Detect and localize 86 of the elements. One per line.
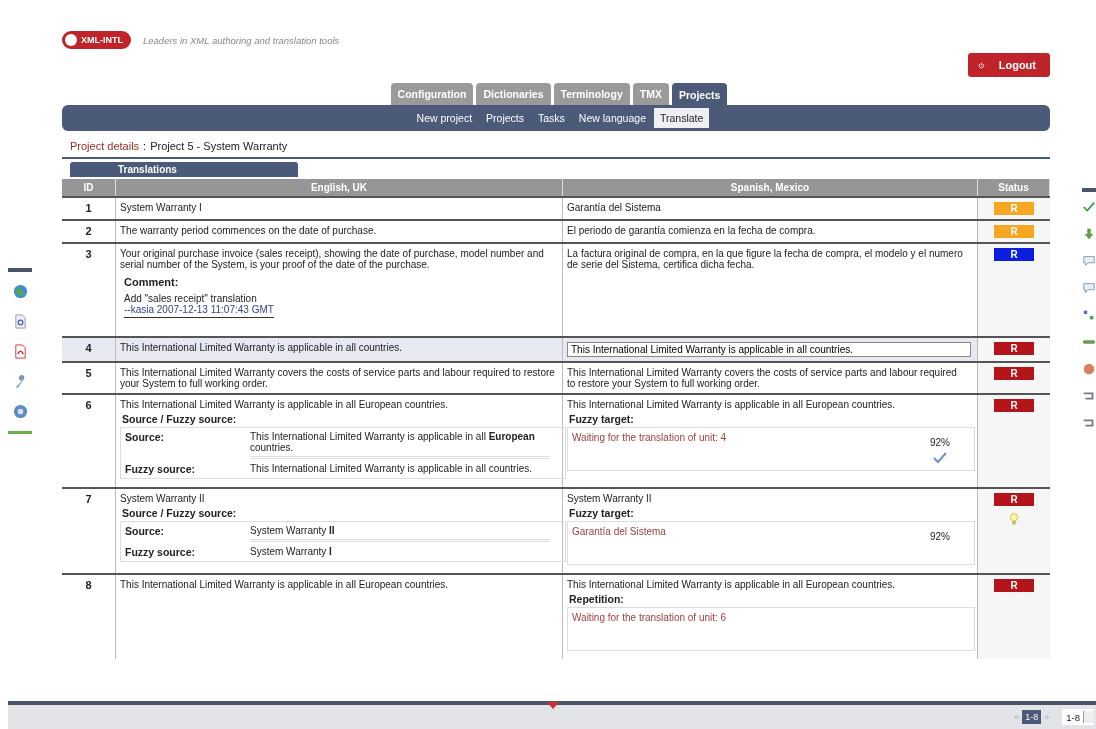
table-row[interactable]: 4 This International Limited Warranty is applicable in all countries. This International Limited Warranty is applicable in all countries. R: [62, 336, 1050, 361]
breadcrumb-link[interactable]: Project details: [70, 140, 140, 152]
source-text: This International Limited Warranty is applicable in all countries.: [120, 342, 402, 353]
table-row[interactable]: 7 System Warranty II Source / Fuzzy source: Source: System Warranty II Fuzzy source: System Warranty I System Warranty II Fuzzy target: Garantía del Sistema 92% R: [62, 487, 1050, 573]
match-percent: 92%: [930, 437, 950, 448]
status-badge[interactable]: R: [994, 493, 1034, 506]
source-label: Source:: [125, 431, 166, 445]
page-range-select[interactable]: 1-8: [1062, 709, 1094, 726]
target-box-title: Fuzzy target:: [569, 507, 634, 519]
comment-author: --kasia 2007-12-13 11:07:43 GMT: [124, 304, 274, 315]
row-id: 6: [85, 399, 92, 411]
fuzzy-source-label: Fuzzy source:: [125, 546, 196, 558]
down-arrow-icon[interactable]: [1082, 227, 1096, 241]
target-box-title: Fuzzy target:: [569, 413, 634, 425]
table-row[interactable]: [62, 393, 1050, 487]
row-id: 7: [85, 493, 92, 505]
subnav-link[interactable]: New language: [572, 108, 652, 128]
subnav-link[interactable]: Projects: [480, 108, 530, 128]
target-text[interactable]: La factura original de compra, en la que figure la fecha de compra, el modelo y el numero de serie del Sistema, certifica dicha fecha.: [567, 248, 963, 270]
target-text[interactable]: System Warranty II: [567, 493, 963, 504]
row-id: 2: [85, 225, 92, 237]
comment-icon[interactable]: [1082, 254, 1096, 268]
suggestion-text: Waiting for the translation of unit: 6: [572, 612, 727, 625]
lightbulb-icon[interactable]: [1009, 512, 1019, 526]
target-box-title: Repetition:: [569, 593, 624, 605]
target-field[interactable]: This International Limited Warranty is applicable in all countries.: [567, 342, 971, 357]
suggestion-text: Garantía del Sistema: [572, 526, 666, 539]
spellcheck-icon[interactable]: [1082, 200, 1096, 214]
target-text[interactable]: This International Limited Warranty is applicable in all European countries.: [567, 579, 963, 590]
column-header: Status: [978, 179, 1050, 196]
table-row[interactable]: [62, 573, 1050, 659]
row-id: 1: [85, 202, 92, 214]
comment-text: Add "sales receipt" translation: [124, 293, 257, 304]
fuzzy-source-value: System Warranty I: [250, 546, 333, 558]
column-header: Spanish, Mexico: [563, 179, 978, 196]
status-badge[interactable]: R: [994, 342, 1034, 355]
fuzzy-source-value: This International Limited Warranty is applicable in all countries.: [250, 463, 533, 475]
row-id: 4: [85, 342, 92, 354]
table-row[interactable]: 2 The warranty period commences on the date of purchase. El periodo de garantía comienza en la fecha de compra. R: [62, 219, 1050, 242]
comment-title: Comment:: [124, 276, 179, 288]
row-id: 3: [85, 248, 92, 260]
status-badge[interactable]: R: [994, 248, 1034, 261]
fuzzy-title: Source / Fuzzy source:: [122, 413, 237, 425]
column-header: English, UK: [116, 179, 563, 196]
source-text: The warranty period commences on the date of purchase.: [120, 225, 377, 236]
source-value: This International Limited Warranty is applicable in all European countries.: [250, 431, 550, 459]
row-id: 5: [85, 367, 92, 379]
target-text[interactable]: This International Limited Warranty is applicable in all European countries.: [567, 399, 963, 410]
fuzzy-source-label: Fuzzy source:: [125, 463, 196, 475]
source-text: System Warranty II: [120, 493, 205, 504]
table-row[interactable]: 1 System Warranty I Garantía del Sistema R: [62, 196, 1050, 219]
tagline: Leaders in XML authoring and translation tools: [143, 34, 340, 46]
subnav-link[interactable]: Translate: [654, 108, 710, 128]
logo: XML-INTL: [62, 31, 131, 49]
status-badge[interactable]: R: [994, 579, 1034, 592]
subnav-link[interactable]: Tasks: [532, 108, 571, 128]
source-text: This International Limited Warranty is applicable in all European countries.: [120, 579, 449, 590]
logout-button[interactable]: Logout: [968, 53, 1050, 77]
panel-tab[interactable]: Translations: [70, 162, 298, 177]
subnav-link[interactable]: New project: [410, 108, 479, 128]
source-text: This International Limited Warranty is applicable in all European countries.: [120, 399, 449, 410]
project-title: Project 5 - System Warranty: [150, 140, 288, 152]
check-icon[interactable]: [933, 452, 947, 464]
table-row[interactable]: [62, 361, 1050, 393]
source-label: Source:: [125, 525, 166, 539]
column-header: ID: [62, 179, 116, 196]
target-text[interactable]: Garantía del Sistema: [567, 202, 963, 213]
status-badge[interactable]: R: [994, 399, 1034, 412]
source-text: This International Limited Warranty covers the costs of service parts and labour required to restore your System to full working order.: [120, 367, 556, 389]
source-text: Your original purchase invoice (sales receipt), showing the date of purchase, model number and serial number of the System, is your proof of the date of the purchase.: [120, 248, 545, 270]
comment-icon[interactable]: [1082, 281, 1096, 295]
source-text: System Warranty I: [120, 202, 202, 213]
status-badge[interactable]: R: [994, 367, 1034, 380]
breadcrumb-separator: :: [143, 140, 147, 152]
target-text[interactable]: El periodo de garantía comienza en la fecha de compra.: [567, 225, 963, 236]
current-page[interactable]: 1-8: [1022, 710, 1042, 725]
document-search-icon[interactable]: [12, 314, 28, 329]
match-percent: 92%: [930, 531, 950, 542]
suggestion-text: Waiting for the translation of unit: 4: [572, 432, 727, 445]
nav-tab[interactable]: Projects: [671, 83, 728, 105]
target-text[interactable]: This International Limited Warranty covers the costs of service parts and labour required to restore your System to full working order.: [567, 367, 963, 389]
source-value: System Warranty II: [250, 525, 550, 542]
fuzzy-title: Source / Fuzzy source:: [122, 507, 237, 519]
caret-icon[interactable]: [546, 701, 560, 711]
pdf-icon[interactable]: [12, 344, 28, 359]
row-id: 8: [85, 579, 92, 591]
